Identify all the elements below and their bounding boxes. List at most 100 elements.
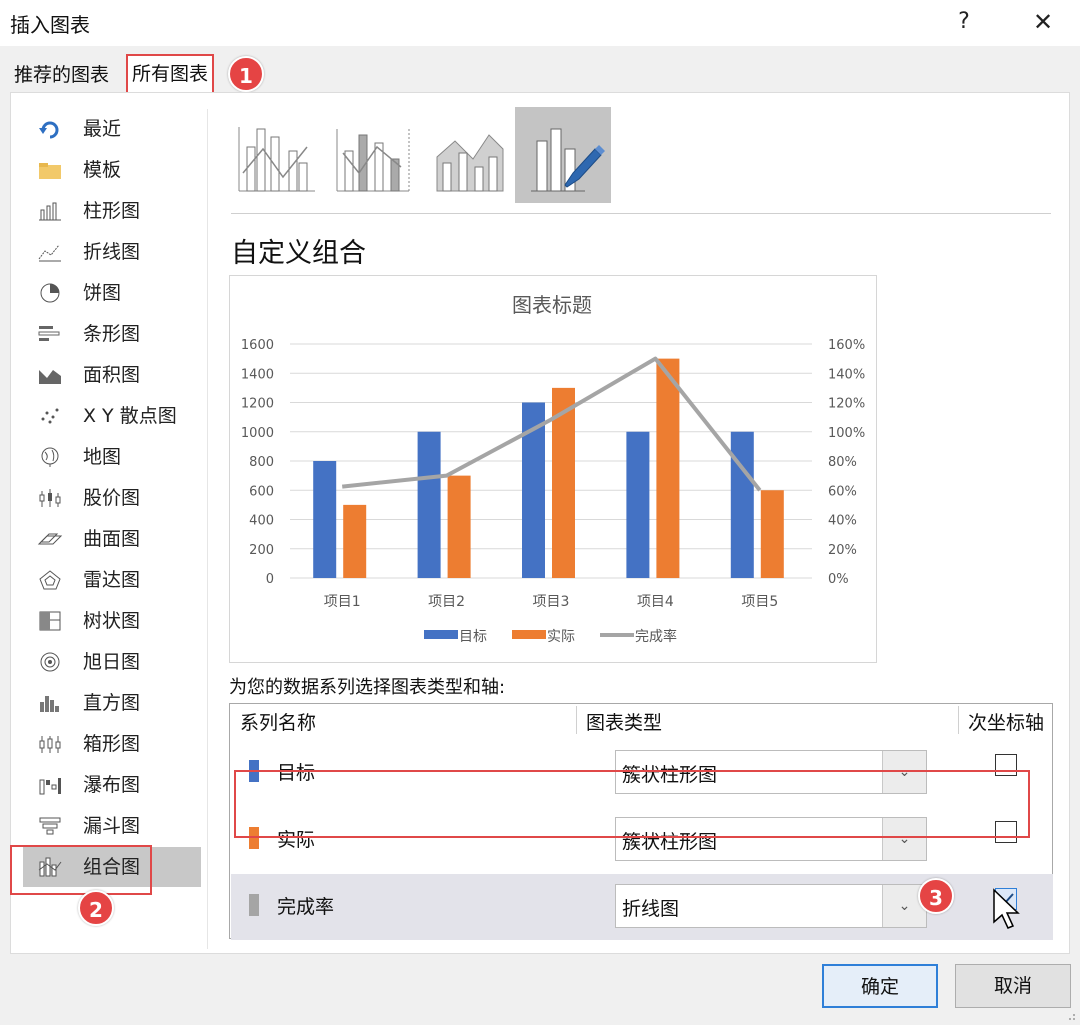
y2-tick-label: 100% (828, 426, 865, 441)
sidebar-divider (207, 109, 208, 949)
legend-label: 实际 (547, 629, 575, 645)
series-heading: 为您的数据系列选择图表类型和轴: (229, 677, 506, 698)
x-tick-label: 项目4 (637, 594, 674, 610)
y-tick-label: 600 (249, 484, 274, 499)
chart-preview: 图表标题 0 200 400 600 800 1000 1200 1400 1600 0% 20% 40… (229, 275, 877, 663)
sidebar-item-radar-chart[interactable]: 雷达图 (23, 560, 201, 600)
sidebar-item-label: 条形图 (83, 323, 141, 345)
sidebar-item-box-whisker[interactable]: 箱形图 (23, 724, 201, 764)
sidebar-item-label: 面积图 (83, 364, 141, 386)
funnel-icon (39, 817, 61, 835)
tab-all-charts[interactable]: 所有图表 (126, 54, 215, 94)
bar-实际 (447, 475, 471, 578)
sidebar-item-label: 树状图 (83, 610, 141, 632)
y-tick-label: 800 (249, 455, 274, 470)
series-color-swatch (249, 894, 259, 916)
sidebar-item-label: 地图 (83, 446, 122, 468)
y-tick-label: 0 (266, 572, 274, 587)
sidebar-item-folder[interactable]: 模板 (23, 150, 201, 190)
resize-grip-icon[interactable] (1066, 1011, 1076, 1021)
legend-label: 目标 (459, 629, 487, 645)
x-tick-label: 项目5 (741, 594, 778, 610)
sidebar-item-scatter-chart[interactable]: X Y 散点图 (23, 396, 201, 436)
sidebar-item-column-chart[interactable]: 柱形图 (23, 191, 201, 231)
radar-chart-icon (39, 570, 61, 590)
sidebar-item-label: 折线图 (83, 241, 141, 263)
y-tick-label: 1400 (241, 367, 274, 382)
mouse-cursor-icon (993, 888, 1020, 929)
help-button[interactable]: ? (948, 6, 980, 38)
combo-thumb-stacked-area-column[interactable] (425, 107, 521, 203)
tab-recommended-charts[interactable]: 推荐的图表 (14, 60, 109, 90)
sidebar-item-waterfall[interactable]: 瀑布图 (23, 765, 201, 805)
clustered-column-line-icon (238, 127, 315, 192)
sidebar-item-map-chart[interactable]: 地图 (23, 437, 201, 477)
x-tick-label: 项目2 (428, 594, 465, 610)
section-title: 自定义组合 (231, 238, 366, 269)
bar-目标 (730, 431, 754, 578)
bar-目标 (417, 431, 441, 578)
combo-thumb-custom[interactable] (515, 107, 611, 203)
pie-chart-icon (40, 283, 60, 303)
column-header-chart-type: 图表类型 (586, 712, 663, 734)
column-separator (958, 706, 959, 734)
sidebar-item-stock-chart[interactable]: 股价图 (23, 478, 201, 518)
cancel-button[interactable]: 取消 (955, 964, 1071, 1008)
legend-label: 完成率 (635, 628, 677, 645)
combo-thumb-column-line-secondary[interactable] (329, 107, 425, 203)
sidebar-item-funnel[interactable]: 漏斗图 (23, 806, 201, 846)
y2-tick-label: 160% (828, 338, 865, 353)
sidebar-item-surface-chart[interactable]: 曲面图 (23, 519, 201, 559)
annotation-marker-3: 3 (918, 878, 954, 914)
y2-tick-label: 20% (828, 543, 857, 558)
line-完成率 (341, 356, 762, 492)
map-chart-icon (41, 447, 59, 467)
chart-type-value: 折线图 (622, 898, 680, 920)
y2-tick-label: 0% (828, 572, 849, 587)
ok-button[interactable]: 确定 (822, 964, 938, 1008)
sidebar-item-label: X Y 散点图 (83, 405, 177, 427)
sidebar-item-label: 雷达图 (83, 569, 141, 591)
bar-实际 (760, 490, 784, 578)
column-chart-icon (39, 202, 61, 221)
y2-tick-label: 80% (828, 455, 857, 470)
y-tick-label: 1200 (241, 397, 274, 412)
sidebar-item-pie-chart[interactable]: 饼图 (23, 273, 201, 313)
line-chart-icon (38, 244, 61, 262)
sidebar-item-recent[interactable]: 最近 (23, 109, 201, 149)
sidebar-item-label: 曲面图 (83, 528, 141, 550)
y-tick-label: 1600 (241, 338, 274, 353)
sidebar-item-label: 箱形图 (83, 733, 141, 755)
dialog-title: 插入图表 (10, 13, 90, 37)
chart-title: 图表标题 (512, 293, 592, 317)
histogram-icon (40, 696, 59, 712)
sidebar-item-treemap[interactable]: 树状图 (23, 601, 201, 641)
thumbnail-divider (231, 213, 1051, 214)
sidebar-item-label: 瀑布图 (83, 774, 141, 796)
sidebar-item-label: 旭日图 (83, 651, 141, 673)
sidebar-item-histogram[interactable]: 直方图 (23, 683, 201, 723)
column-line-secondary-axis-icon (336, 129, 410, 192)
bar-目标 (313, 461, 337, 578)
sidebar-item-area-chart[interactable]: 面积图 (23, 355, 201, 395)
y-tick-label: 200 (249, 543, 274, 558)
stacked-area-column-icon (436, 134, 504, 192)
sidebar-item-label: 股价图 (83, 487, 141, 509)
bar-chart-icon (38, 326, 60, 341)
annotation-marker-1: 1 (228, 56, 264, 92)
treemap-icon (39, 611, 61, 631)
y2-tick-label: 60% (828, 484, 857, 499)
area-chart-icon (39, 370, 61, 384)
combo-thumb-clustered-column-line[interactable] (233, 107, 329, 203)
bar-实际 (656, 358, 680, 578)
sidebar-item-label: 饼图 (83, 282, 122, 304)
bar-实际 (343, 504, 367, 578)
surface-chart-icon (37, 533, 63, 545)
sidebar-item-bar-chart[interactable]: 条形图 (23, 314, 201, 354)
chart-type-select[interactable]: 折线图 ⌄ (615, 884, 927, 928)
close-button[interactable]: ✕ (1026, 6, 1060, 40)
x-tick-label: 项目1 (324, 594, 361, 610)
series-name: 完成率 (277, 896, 335, 918)
sidebar-item-line-chart[interactable]: 折线图 (23, 232, 201, 272)
sidebar-item-sunburst[interactable]: 旭日图 (23, 642, 201, 682)
